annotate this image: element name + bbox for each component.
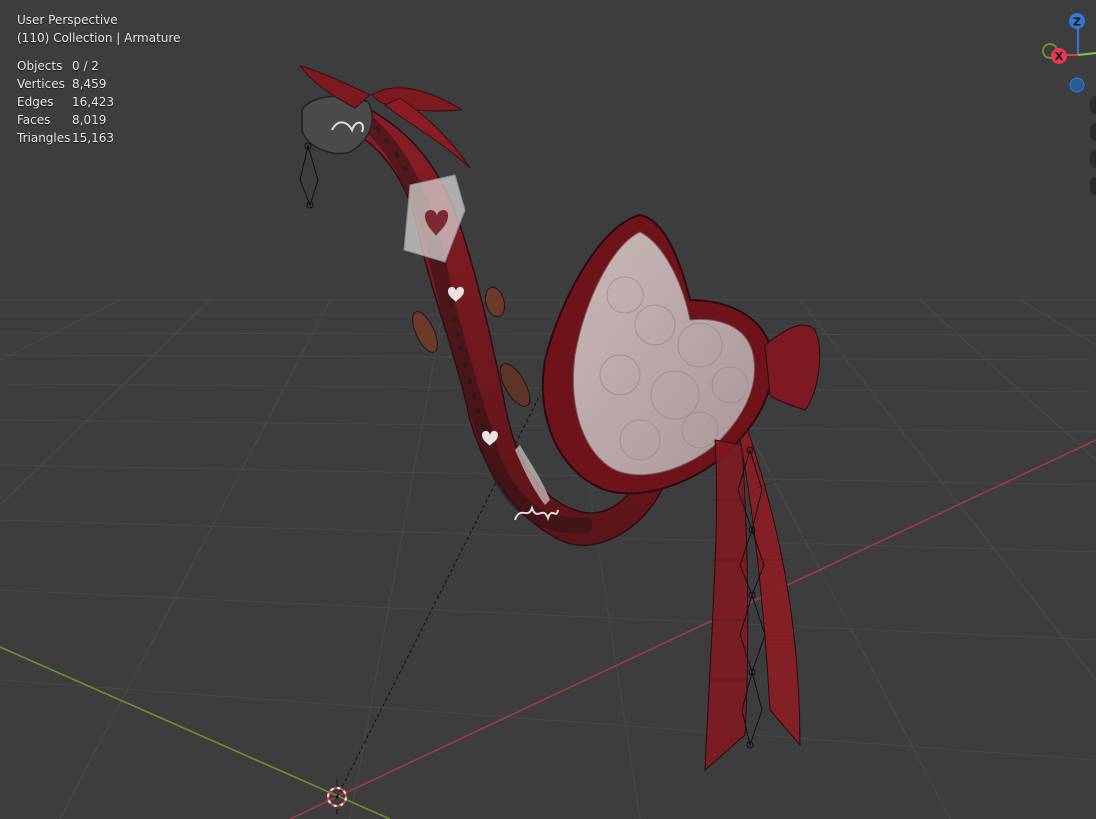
sidebar-tab[interactable] [1090,150,1096,168]
sidebar-tab[interactable] [1090,96,1096,114]
heart-box[interactable] [541,213,821,495]
gizmo-z-negative[interactable] [1069,77,1085,93]
stat-label: Faces [17,113,51,127]
stat-row: Edges 16,423 [17,93,114,111]
sidebar-tab[interactable] [1090,177,1096,195]
view-name: User Perspective [17,13,118,27]
gizmo-z-label: Z [1073,16,1081,29]
stat-value: 8,459 [72,77,107,91]
gizmo-x-label: X [1055,50,1064,63]
sidebar-tabs [1090,96,1096,204]
ribbon[interactable] [704,428,801,772]
scene-canvas[interactable]: Z X [0,0,1096,819]
viewport-info: User Perspective (110) Collection | Arma… [17,11,180,47]
scene-statistics: Objects 0 / 2 Vertices 8,459 Edges 16,423 F… [17,57,114,147]
stat-value: 8,019 [72,113,107,127]
stat-row: Objects 0 / 2 [17,57,114,75]
stat-value: 0 / 2 [72,59,99,73]
navigation-gizmo[interactable]: Z X [1042,13,1096,93]
stat-label: Triangles [17,131,71,145]
3d-viewport[interactable]: Z X User Perspective (110) Collection | … [0,0,1096,819]
stat-label: Vertices [17,77,65,91]
sidebar-tab[interactable] [1090,123,1096,141]
stat-value: 15,163 [72,131,114,145]
stat-label: Edges [17,95,54,109]
y-axis-line [0,646,391,819]
stat-value: 16,423 [72,95,114,109]
stat-row: Triangles 15,163 [17,129,114,147]
stat-row: Faces 8,019 [17,111,114,129]
collection-line: (110) Collection | Armature [17,31,181,45]
stat-row: Vertices 8,459 [17,75,114,93]
x-axis-line [289,439,1096,819]
stat-label: Objects [17,59,63,73]
